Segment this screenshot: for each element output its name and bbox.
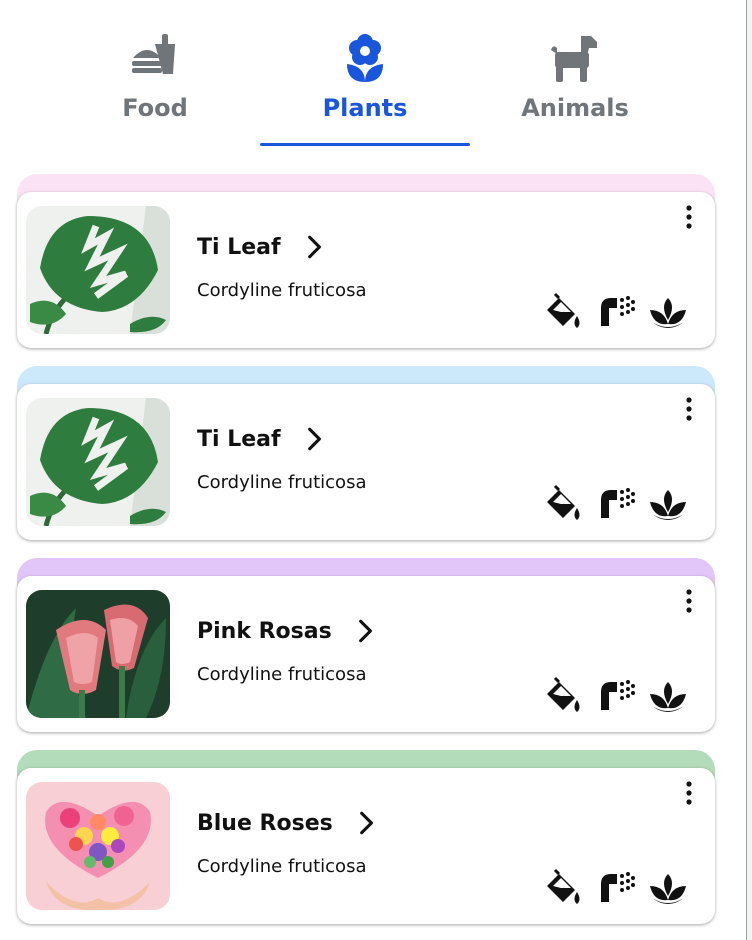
plant-scientific-name: Cordyline fruticosa [197,280,367,301]
care-actions [543,868,699,908]
chevron-right-icon [307,235,321,259]
chevron-right-icon [358,619,372,643]
plant-photo [26,206,170,334]
plant-name: Blue Roses [197,810,333,836]
plant-care-lotus-icon[interactable] [647,484,689,524]
plant-card-body[interactable]: Pink Rosas Cordyline fruticosa [17,576,715,732]
plant-care-lotus-icon[interactable] [647,676,689,716]
more-vert-icon[interactable] [677,588,701,614]
fertilize-bucket-icon[interactable] [543,868,585,908]
tab-plants-label: Plants [322,94,408,122]
tab-food-label: Food [122,94,188,122]
tab-food[interactable]: Food [50,0,260,150]
tab-plants[interactable]: Plants [260,0,470,150]
water-spray-icon[interactable] [595,292,637,332]
water-spray-icon[interactable] [595,868,637,908]
water-spray-icon[interactable] [595,676,637,716]
fastfood-icon [132,34,175,74]
plant-scientific-name: Cordyline fruticosa [197,472,367,493]
chevron-right-icon [359,811,373,835]
scroll-gutter [747,0,752,940]
plant-care-lotus-icon[interactable] [647,292,689,332]
plant-photo [26,590,170,718]
card-title-row[interactable]: Ti Leaf [197,234,327,260]
water-spray-icon[interactable] [595,484,637,524]
category-tabs: Food Plants Animals [50,0,680,150]
plant-photo [26,398,170,526]
active-tab-indicator [260,143,470,146]
plant-scientific-name: Cordyline fruticosa [197,664,367,685]
tab-animals-label: Animals [521,94,629,122]
more-vert-icon[interactable] [677,396,701,422]
care-actions [543,484,699,524]
chevron-right-icon [307,427,321,451]
card-title-row[interactable]: Ti Leaf [197,426,327,452]
plant-care-lotus-icon[interactable] [647,868,689,908]
flower-icon [347,34,383,82]
more-vert-icon[interactable] [677,780,701,806]
tab-animals[interactable]: Animals [470,0,680,150]
dog-icon [551,36,597,82]
plant-scientific-name: Cordyline fruticosa [197,856,367,877]
plant-name: Ti Leaf [197,234,281,260]
fertilize-bucket-icon[interactable] [543,676,585,716]
plant-card-body[interactable]: Ti Leaf Cordyline fruticosa [17,384,715,540]
card-title-row[interactable]: Pink Rosas [197,618,378,644]
plant-card-body[interactable]: Ti Leaf Cordyline fruticosa [17,192,715,348]
care-actions [543,676,699,716]
plant-card-body[interactable]: Blue Roses Cordyline fruticosa [17,768,715,924]
more-vert-icon[interactable] [677,204,701,230]
card-title-row[interactable]: Blue Roses [197,810,379,836]
fertilize-bucket-icon[interactable] [543,292,585,332]
plant-photo [26,782,170,910]
plant-name: Ti Leaf [197,426,281,452]
plant-name: Pink Rosas [197,618,332,644]
fertilize-bucket-icon[interactable] [543,484,585,524]
care-actions [543,292,699,332]
